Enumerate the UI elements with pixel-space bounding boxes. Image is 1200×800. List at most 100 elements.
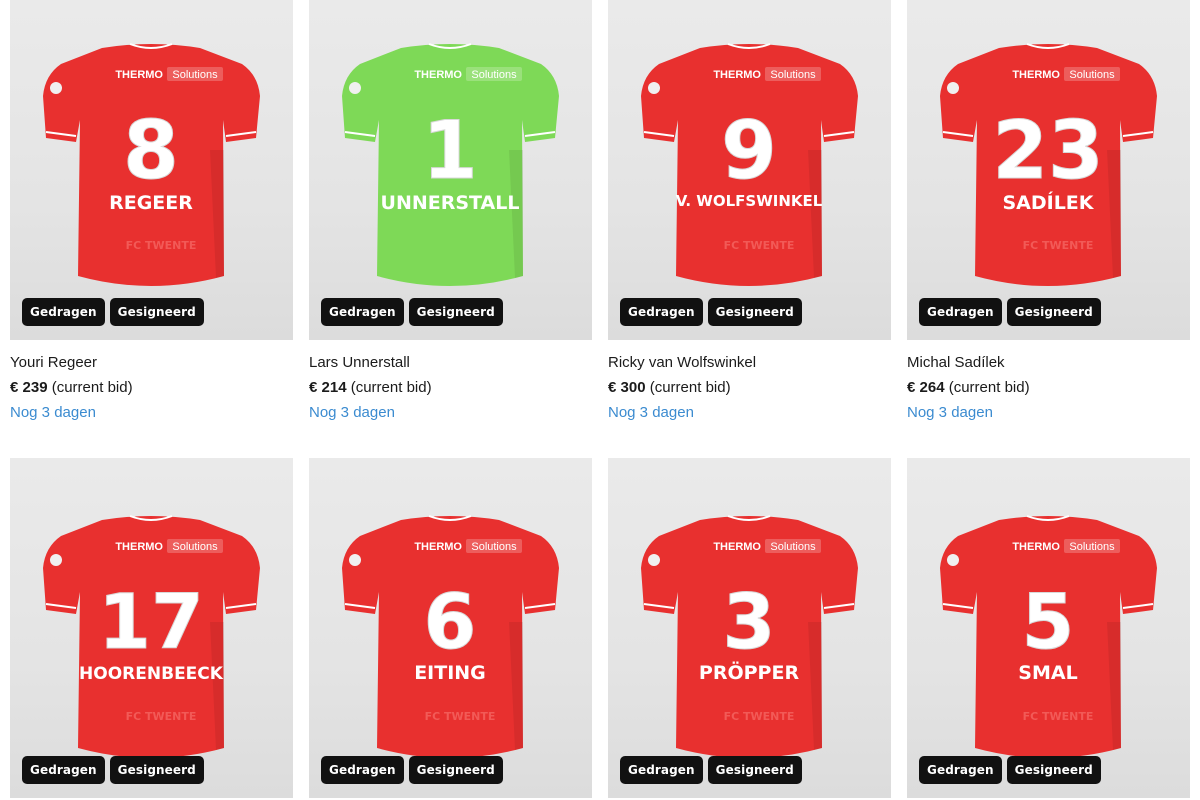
product-card[interactable]: THERMO Solutions 6 EITING FC TWENTE Gedr… [309, 458, 592, 800]
jersey-number: 17 [98, 577, 204, 666]
jersey-number: 5 [1022, 577, 1075, 666]
jersey-number: 1 [422, 104, 478, 197]
jersey-player-name: PRÖPPER [699, 660, 800, 684]
product-info: Youri Regeer € 239 (current bid) Nog 3 d… [10, 340, 293, 424]
jersey-number: 9 [721, 104, 777, 197]
player-name[interactable]: Youri Regeer [10, 352, 293, 374]
bid-amount: € 214 [309, 379, 347, 396]
product-image[interactable]: THERMO Solutions 17 HOORENBEECK FC TWENT… [10, 458, 293, 798]
product-image[interactable]: THERMO Solutions 8 REGEER FC TWENTE Gedr… [10, 0, 293, 340]
product-image[interactable]: THERMO Solutions 5 SMAL FC TWENTE Gedrag… [907, 458, 1190, 798]
product-card[interactable]: THERMO Solutions 5 SMAL FC TWENTE Gedrag… [907, 458, 1190, 800]
jersey-number: 23 [992, 104, 1103, 197]
player-name[interactable]: Michal Sadílek [907, 352, 1190, 374]
product-badges: Gedragen Gesigneerd [620, 756, 802, 784]
sponsor-logo: THERMO [414, 541, 462, 553]
jersey-image: THERMO Solutions 23 SADÍLEK FC TWENTE [940, 43, 1157, 286]
jersey-image: THERMO Solutions 9 V. WOLFSWINKEL FC TWE… [641, 43, 858, 286]
jersey-image: THERMO Solutions 5 SMAL FC TWENTE [940, 515, 1157, 758]
product-card[interactable]: THERMO Solutions 23 SADÍLEK FC TWENTE Ge… [907, 0, 1190, 458]
league-patch-icon [947, 82, 959, 94]
bid-amount: € 239 [10, 379, 48, 396]
badge-worn: Gedragen [919, 756, 1002, 784]
sponsor-logo-sub: Solutions [172, 69, 218, 81]
jersey-number: 6 [424, 577, 477, 666]
sponsor-logo: THERMO [713, 69, 761, 81]
bid-amount: € 264 [907, 379, 945, 396]
league-patch-icon [947, 554, 959, 566]
jersey-player-name: UNNERSTALL [381, 192, 520, 214]
bid-label: (current bid) [51, 379, 133, 396]
bid-label: (current bid) [948, 379, 1030, 396]
sponsor-logo-sub: Solutions [770, 541, 816, 553]
product-info: Ricky van Wolfswinkel € 300 (current bid… [608, 340, 891, 424]
sponsor-logo: THERMO [115, 69, 163, 81]
time-remaining: Nog 3 dagen [309, 404, 395, 421]
sponsor-logo: THERMO [713, 541, 761, 553]
product-badges: Gedragen Gesigneerd [321, 756, 503, 784]
league-patch-icon [349, 554, 361, 566]
bid-amount: € 300 [608, 379, 646, 396]
jersey-image: THERMO Solutions 1 UNNERSTALL [342, 43, 559, 286]
product-image[interactable]: THERMO Solutions 23 SADÍLEK FC TWENTE Ge… [907, 0, 1190, 340]
badge-signed: Gesigneerd [1006, 756, 1101, 784]
league-patch-icon [50, 82, 62, 94]
sponsor-logo: THERMO [414, 69, 462, 81]
club-name: FC TWENTE [425, 710, 496, 723]
jersey-player-name: SMAL [1018, 662, 1077, 684]
jersey-image: THERMO Solutions 6 EITING FC TWENTE [342, 515, 559, 758]
badge-worn: Gedragen [321, 756, 404, 784]
product-card[interactable]: THERMO Solutions 1 UNNERSTALL Gedragen G… [309, 0, 592, 458]
jersey-image: THERMO Solutions 3 PRÖPPER FC TWENTE [641, 515, 858, 758]
product-card[interactable]: THERMO Solutions 9 V. WOLFSWINKEL FC TWE… [608, 0, 891, 458]
jersey-player-name: REGEER [109, 192, 193, 214]
price-line: € 264 (current bid) [907, 377, 1190, 399]
product-image[interactable]: THERMO Solutions 9 V. WOLFSWINKEL FC TWE… [608, 0, 891, 340]
product-grid: THERMO Solutions 8 REGEER FC TWENTE Gedr… [10, 0, 1190, 800]
sponsor-logo: THERMO [1012, 69, 1060, 81]
sponsor-logo-sub: Solutions [1069, 541, 1115, 553]
product-badges: Gedragen Gesigneerd [919, 756, 1101, 784]
sponsor-logo-sub: Solutions [172, 541, 218, 553]
product-image[interactable]: THERMO Solutions 1 UNNERSTALL Gedragen G… [309, 0, 592, 340]
league-patch-icon [349, 82, 361, 94]
jersey-image: THERMO Solutions 8 REGEER FC TWENTE [43, 43, 260, 286]
product-badges: Gedragen Gesigneerd [321, 298, 503, 326]
club-name: FC TWENTE [1023, 239, 1094, 252]
badge-signed: Gesigneerd [707, 298, 802, 326]
sponsor-logo-sub: Solutions [770, 69, 816, 81]
badge-worn: Gedragen [620, 298, 703, 326]
product-card[interactable]: THERMO Solutions 3 PRÖPPER FC TWENTE Ged… [608, 458, 891, 800]
bid-label: (current bid) [350, 379, 432, 396]
product-card[interactable]: THERMO Solutions 8 REGEER FC TWENTE Gedr… [10, 0, 293, 458]
club-name: FC TWENTE [126, 710, 197, 723]
badge-worn: Gedragen [620, 756, 703, 784]
badge-worn: Gedragen [321, 298, 404, 326]
jersey-image: THERMO Solutions 17 HOORENBEECK FC TWENT… [43, 515, 260, 758]
product-info: Lars Unnerstall € 214 (current bid) Nog … [309, 340, 592, 424]
time-remaining: Nog 3 dagen [608, 404, 694, 421]
sponsor-logo-sub: Solutions [471, 541, 517, 553]
club-name: FC TWENTE [724, 239, 795, 252]
product-badges: Gedragen Gesigneerd [22, 756, 204, 784]
price-line: € 300 (current bid) [608, 377, 891, 399]
jersey-player-name: V. WOLFSWINKEL [676, 192, 823, 210]
club-name: FC TWENTE [1023, 710, 1094, 723]
badge-worn: Gedragen [22, 756, 105, 784]
jersey-player-name: HOORENBEECK [79, 664, 224, 684]
player-name[interactable]: Lars Unnerstall [309, 352, 592, 374]
badge-signed: Gesigneerd [1006, 298, 1101, 326]
league-patch-icon [50, 554, 62, 566]
product-image[interactable]: THERMO Solutions 3 PRÖPPER FC TWENTE Ged… [608, 458, 891, 798]
product-image[interactable]: THERMO Solutions 6 EITING FC TWENTE Gedr… [309, 458, 592, 798]
player-name[interactable]: Ricky van Wolfswinkel [608, 352, 891, 374]
product-info: Michal Sadílek € 264 (current bid) Nog 3… [907, 340, 1190, 424]
product-card[interactable]: THERMO Solutions 17 HOORENBEECK FC TWENT… [10, 458, 293, 800]
product-badges: Gedragen Gesigneerd [919, 298, 1101, 326]
badge-signed: Gesigneerd [408, 756, 503, 784]
sponsor-logo: THERMO [115, 541, 163, 553]
jersey-number: 8 [123, 104, 179, 197]
badge-signed: Gesigneerd [707, 756, 802, 784]
sponsor-logo: THERMO [1012, 541, 1060, 553]
time-remaining: Nog 3 dagen [10, 404, 96, 421]
